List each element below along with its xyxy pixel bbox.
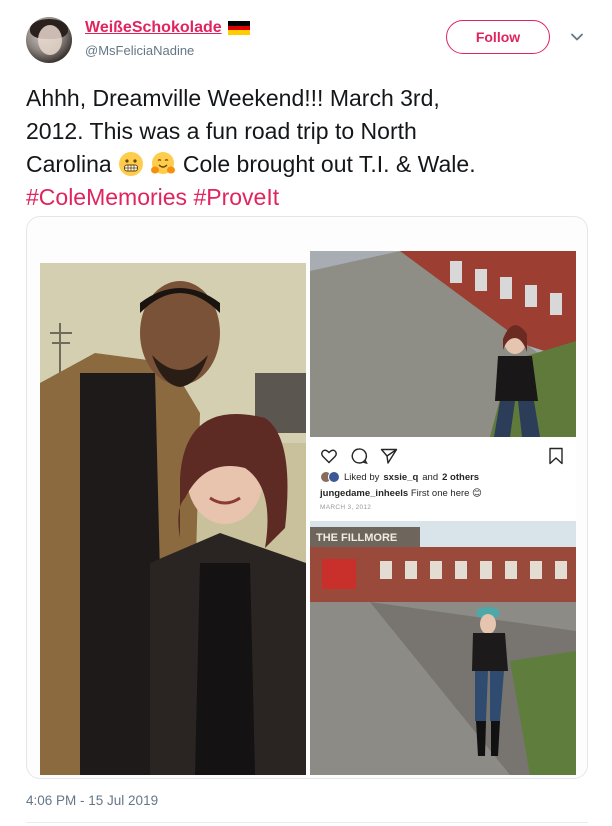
germany-flag-icon [227, 21, 250, 35]
tweet-line-3: Carolina Cole brought out T.I. & Wale. [26, 151, 476, 177]
photo-top-right [310, 251, 576, 437]
share-icon [380, 448, 398, 464]
follow-button[interactable]: Follow [446, 20, 550, 54]
tweet-line-2: 2012. This was a fun road trip to North [26, 118, 417, 144]
liked-by-line: Liked by sxsie_q and 2 others [320, 471, 479, 483]
photo-bottom-right: THE FILLMORE [310, 521, 576, 775]
display-name[interactable]: WeißeSchokolade [85, 19, 222, 37]
instagram-post-date: MARCH 3, 2012 [320, 504, 372, 511]
photo-left [40, 263, 306, 775]
hashtag-colememories[interactable]: #ColeMemories [26, 184, 187, 210]
tweet-timestamp[interactable]: 4:06 PM - 15 Jul 2019 [26, 793, 158, 808]
tweet-media-card[interactable]: Liked by sxsie_q and 2 others jungedame_… [26, 216, 588, 779]
grimacing-face-emoji [118, 151, 144, 177]
author-name-row[interactable]: WeißeSchokolade [85, 19, 250, 37]
liker-avatars-icon [320, 471, 340, 483]
tweet-hashtags: #ColeMemories #ProveIt [26, 181, 598, 214]
divider [26, 822, 588, 823]
instagram-post-info: Liked by sxsie_q and 2 others jungedame_… [310, 437, 576, 521]
hashtag-proveit[interactable]: #ProveIt [193, 184, 279, 210]
hugging-face-emoji [150, 151, 176, 177]
tweet-line-1: Ahhh, Dreamville Weekend!!! March 3rd, [26, 85, 440, 111]
user-handle[interactable]: @MsFeliciaNadine [85, 43, 194, 58]
avatar[interactable] [26, 17, 72, 63]
fillmore-sign: THE FILLMORE [316, 532, 397, 544]
bookmark-icon [549, 447, 563, 465]
comment-icon [351, 448, 368, 465]
instagram-caption: jungedame_inheels First one here 😊 [320, 488, 482, 499]
heart-icon [321, 449, 337, 464]
chevron-down-icon[interactable] [570, 30, 584, 44]
tweet-text: Ahhh, Dreamville Weekend!!! March 3rd, 2… [26, 82, 598, 214]
